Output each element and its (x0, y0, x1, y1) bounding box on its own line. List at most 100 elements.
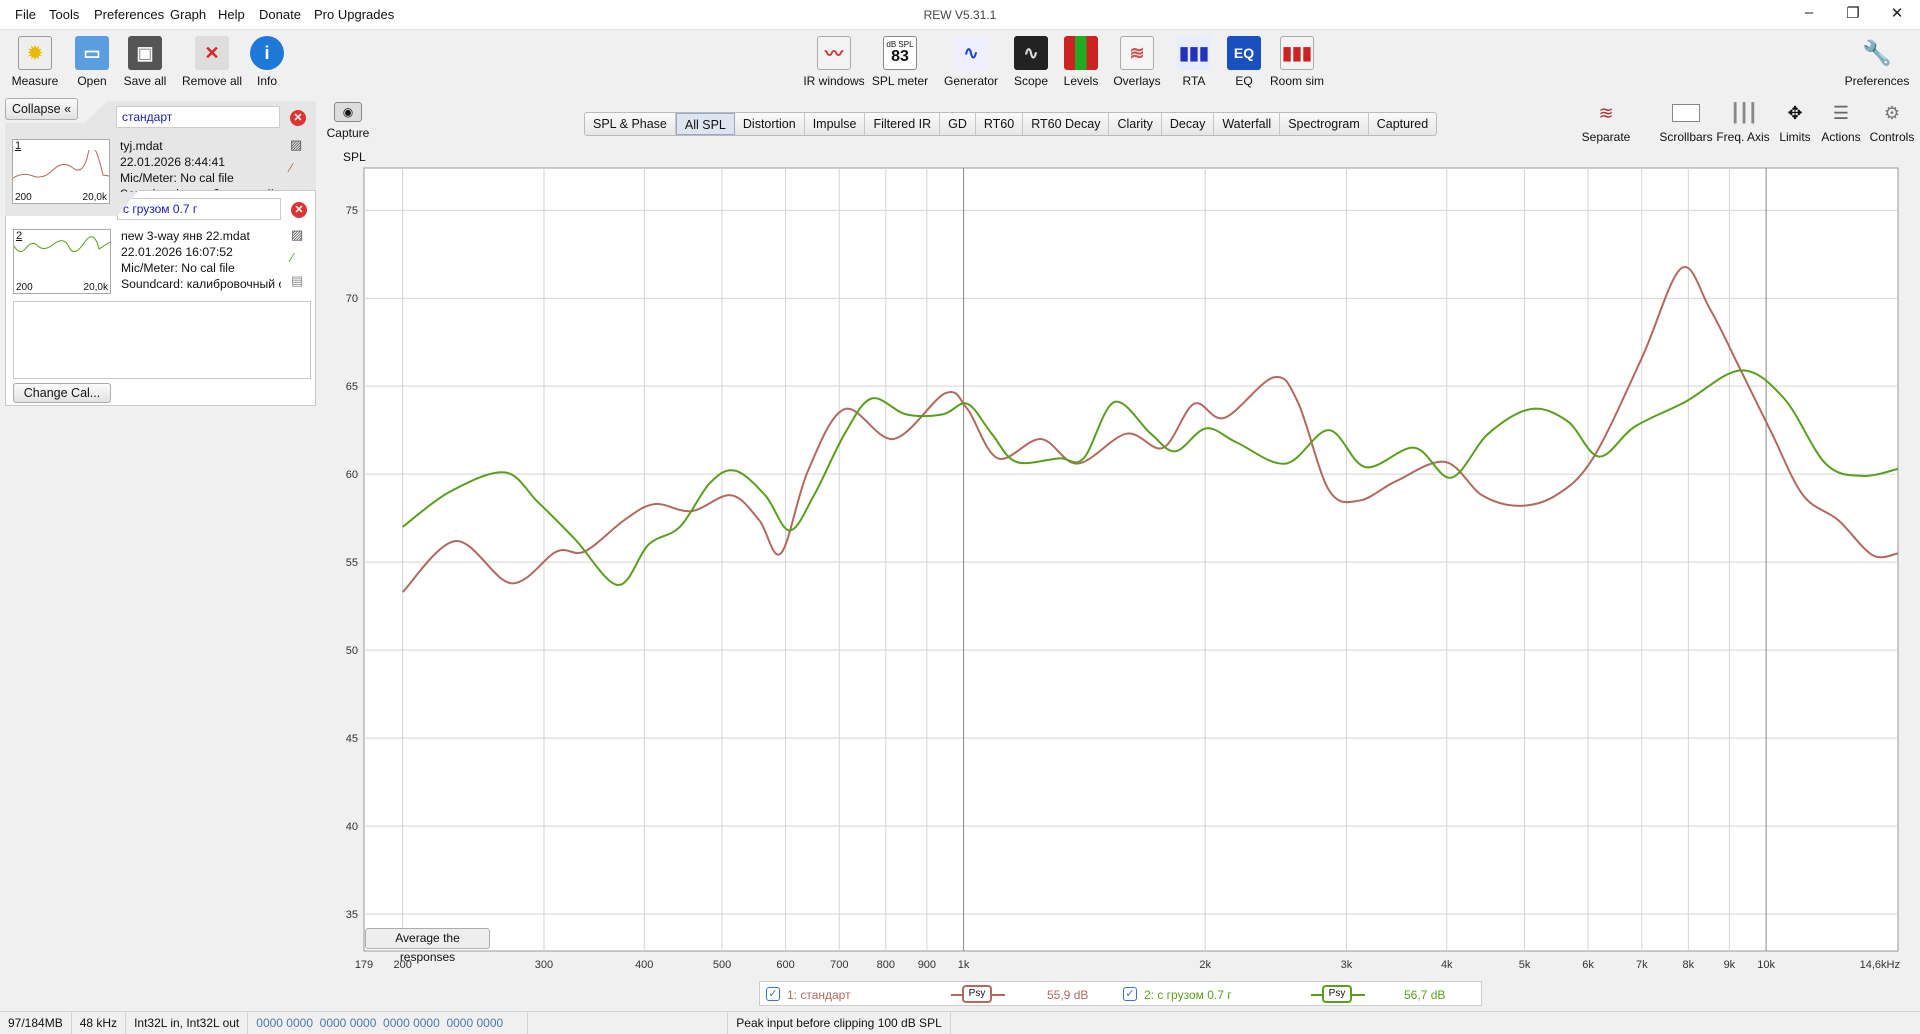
menu-help[interactable]: Help (218, 7, 245, 22)
x-tick-label: 900 (918, 959, 936, 971)
separate-button[interactable]: ≋ Separate (1575, 100, 1637, 145)
scrollbars-label: Scrollbars (1659, 130, 1713, 144)
rta-icon: ▮▮▮ (1177, 36, 1211, 70)
average-responses-button[interactable]: Average the responses (365, 928, 490, 964)
x-tick-label: 3k (1341, 959, 1353, 971)
generator-icon: ∿ (954, 36, 988, 70)
remove-icon: ✕ (195, 36, 229, 70)
measurement-2-save-icon[interactable]: ▨ (291, 227, 303, 243)
x-tick-label: 2k (1199, 959, 1211, 971)
legend-2-value: 56,7 dB (1404, 988, 1446, 1002)
y-tick-label: 40 (346, 821, 358, 833)
measurement-2-info: new 3-way янв 22.mdat 22.01.2026 16:07:5… (121, 228, 281, 292)
menu-file[interactable]: File (15, 7, 36, 22)
camera-icon: ◉ (334, 102, 362, 122)
legend-1-smoothing[interactable]: Psy (962, 985, 992, 1003)
scrollbars-icon (1668, 100, 1704, 126)
remove-measurement-2-icon[interactable]: ✕ (291, 202, 307, 218)
tab-gd[interactable]: GD (940, 113, 976, 135)
tab-waterfall[interactable]: Waterfall (1214, 113, 1281, 135)
restore-button[interactable]: ❐ (1838, 4, 1868, 22)
tab-all-spl[interactable]: All SPL (675, 113, 735, 135)
x-tick-label: 4k (1441, 959, 1453, 971)
measurement-2-file: new 3-way янв 22.mdat (121, 229, 250, 243)
spl-meter-value: 83 (891, 48, 909, 65)
measurement-2-thumbnail[interactable]: 2 200 20,0k (13, 229, 111, 294)
info-button[interactable]: i Info (232, 36, 302, 88)
x-tick-label: 9k (1724, 959, 1736, 971)
plot-area (363, 167, 1899, 952)
bits-status: 0000 0000 0000 0000 0000 0000 0000 0000 (248, 1012, 529, 1034)
change-cal-button[interactable]: Change Cal... (13, 383, 111, 403)
y-tick-label: 65 (346, 381, 358, 393)
limits-icon: ✥ (1787, 102, 1803, 123)
controls-button[interactable]: ⚙ Controls (1861, 100, 1920, 145)
tab-spl-phase[interactable]: SPL & Phase (585, 113, 676, 135)
preferences-label: Preferences (1844, 74, 1910, 88)
menu-pro-upgrades[interactable]: Pro Upgrades (314, 7, 394, 22)
legend-1-checkbox[interactable]: ✓ (766, 987, 780, 1001)
room-sim-button[interactable]: ▮▮▮ Room sim (1262, 36, 1332, 88)
measurement-2-thumb-curve (14, 236, 110, 253)
measurement-1-mic: Mic/Meter: No cal file (120, 171, 234, 185)
scope-icon: ∿ (1014, 36, 1048, 70)
spl-meter-label: SPL meter (871, 74, 929, 88)
legend-2-label: 2: с грузом 0.7 г (1144, 988, 1232, 1002)
measurement-1-name[interactable]: стандарт (116, 106, 280, 128)
measurement-2-notes-icon[interactable]: ▤ (291, 273, 303, 289)
menu-preferences[interactable]: Preferences (94, 7, 164, 22)
tab-distortion[interactable]: Distortion (735, 113, 805, 135)
close-button[interactable]: ✕ (1882, 4, 1912, 22)
remove-measurement-1-icon[interactable]: ✕ (290, 110, 306, 126)
measurement-1-thumbnail[interactable]: 1 200 20,0k (12, 139, 110, 204)
collapse-button[interactable]: Collapse « (5, 98, 78, 120)
capture-button[interactable]: ◉ Capture (326, 102, 370, 140)
legend: ✓ 1: стандарт Psy 55,9 dB ✓ 2: с грузом … (759, 981, 1482, 1006)
legend-2-checkbox[interactable]: ✓ (1123, 987, 1137, 1001)
measure-label: Measure (11, 74, 59, 88)
peak-input-status: Peak input before clipping 100 dB SPL (728, 1012, 951, 1034)
measurement-2-color-icon[interactable]: ⁄ (291, 250, 293, 265)
sample-rate-status: 48 kHz (72, 1012, 127, 1034)
scope-label: Scope (1013, 74, 1049, 88)
x-tick-label: 179 (355, 959, 373, 971)
rta-label: RTA (1182, 74, 1206, 88)
spl-meter-button[interactable]: dB SPL 83 SPL meter (865, 36, 935, 88)
measurement-2-name[interactable]: с грузом 0.7 г (117, 198, 281, 220)
tab-captured[interactable]: Captured (1369, 113, 1436, 135)
tab-impulse[interactable]: Impulse (805, 113, 866, 135)
tab-decay[interactable]: Decay (1162, 113, 1215, 135)
measurement-1-date: 22.01.2026 8:44:41 (120, 155, 226, 169)
save-all-label: Save all (123, 74, 167, 88)
spl-chart[interactable]: 3540455055606570751792003004005006007008… (330, 160, 1920, 980)
tab-rt60[interactable]: RT60 (976, 113, 1024, 135)
menu-graph[interactable]: Graph (170, 7, 206, 22)
save-all-button[interactable]: ▣ Save all (110, 36, 180, 88)
preferences-button[interactable]: 🔧 Preferences (1842, 36, 1912, 89)
status-bar: 97/184MB 48 kHz Int32L in, Int32L out 00… (0, 1011, 1920, 1034)
x-tick-label: 700 (830, 959, 848, 971)
open-label: Open (77, 74, 107, 88)
menu-tools[interactable]: Tools (49, 7, 79, 22)
thumb-min: 200 (15, 192, 32, 203)
legend-2-smoothing[interactable]: Psy (1322, 985, 1352, 1003)
scrollbars-button[interactable]: Scrollbars (1655, 100, 1717, 144)
tab-filtered-ir[interactable]: Filtered IR (865, 113, 941, 135)
separate-icon: ≋ (1598, 102, 1614, 123)
tab-rt60-decay[interactable]: RT60 Decay (1023, 113, 1110, 135)
thumb-max: 20,0k (83, 282, 108, 293)
measure-icon: ✹ (18, 36, 52, 70)
freq-axis-icon: ┃┃┃ (1729, 102, 1759, 123)
tab-spectrogram[interactable]: Spectrogram (1280, 113, 1369, 135)
info-icon: i (250, 36, 284, 70)
ir-windows-label: IR windows (803, 74, 865, 88)
overlays-label: Overlays (1113, 74, 1161, 88)
minimize-button[interactable]: – (1794, 4, 1824, 21)
measurement-1-save-icon[interactable]: ▨ (290, 137, 302, 153)
measurement-1-color-icon[interactable]: ⁄ (290, 160, 292, 175)
ir-windows-button[interactable]: 〰 IR windows (799, 36, 869, 88)
menu-donate[interactable]: Donate (259, 7, 301, 22)
tab-clarity[interactable]: Clarity (1109, 113, 1162, 135)
notes-area[interactable] (13, 301, 311, 379)
format-status: Int32L in, Int32L out (126, 1012, 249, 1034)
